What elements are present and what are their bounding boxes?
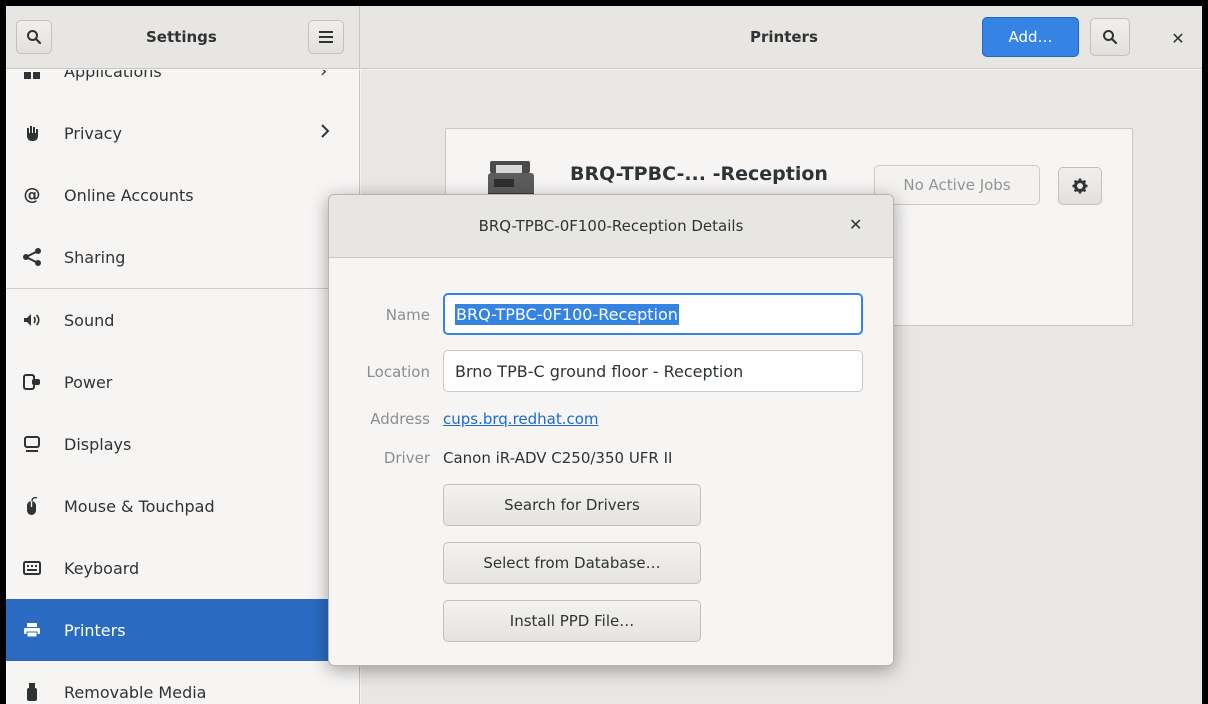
sidebar-item-sharing[interactable]: Sharing xyxy=(6,226,359,288)
no-active-jobs-button[interactable]: No Active Jobs xyxy=(874,165,1040,205)
hand-icon xyxy=(20,121,44,145)
printer-search-button[interactable] xyxy=(1090,18,1130,56)
keyboard-icon xyxy=(20,556,44,580)
chevron-right-icon xyxy=(320,123,330,144)
printer-name: BRQ-TPBC-... -Reception xyxy=(570,163,828,185)
menu-button[interactable] xyxy=(308,20,344,54)
sidebar-item-removable-media[interactable]: Removable Media xyxy=(6,661,359,704)
sidebar-item-label: Displays xyxy=(64,434,132,454)
sidebar-item-label: Sound xyxy=(64,310,115,330)
search-button[interactable] xyxy=(16,20,52,54)
header-bar: Settings Printers Add… ✕ xyxy=(6,6,1202,69)
add-printer-button[interactable]: Add… xyxy=(982,17,1079,57)
printer-driver-value: Canon iR-ADV C250/350 UFR II xyxy=(443,449,673,467)
sidebar-header: Settings xyxy=(6,6,360,69)
gear-icon xyxy=(1072,178,1088,194)
dialog-header: BRQ-TPBC-0F100-Reception Details ✕ xyxy=(329,195,893,258)
search-icon xyxy=(1103,30,1118,45)
close-icon: ✕ xyxy=(1171,28,1185,48)
dialog-title: BRQ-TPBC-0F100-Reception Details xyxy=(478,217,744,235)
applications-icon xyxy=(20,70,44,83)
printer-address-link[interactable]: cups.brq.redhat.com xyxy=(443,410,599,428)
sidebar-item-label: Power xyxy=(64,372,113,392)
sidebar-title: Settings xyxy=(146,28,217,46)
sidebar-item-applications[interactable]: Applications › xyxy=(6,70,359,102)
dialog-close-button[interactable]: ✕ xyxy=(849,215,862,234)
mouse-icon xyxy=(20,494,44,518)
sidebar-item-label: Applications xyxy=(64,70,162,81)
sidebar-item-online-accounts[interactable]: @ Online Accounts xyxy=(6,164,359,226)
sidebar-item-printers[interactable]: Printers xyxy=(6,599,359,661)
search-for-drivers-button[interactable]: Search for Drivers xyxy=(443,484,701,526)
sidebar-item-displays[interactable]: Displays xyxy=(6,413,359,475)
power-plug-icon xyxy=(20,370,44,394)
printer-location-field[interactable]: Brno TPB-C ground floor - Reception xyxy=(443,350,863,392)
at-icon: @ xyxy=(23,185,41,205)
install-ppd-file-button[interactable]: Install PPD File… xyxy=(443,600,701,642)
printer-location-value: Brno TPB-C ground floor - Reception xyxy=(455,361,744,381)
printer-name-value: BRQ-TPBC-0F100-Reception xyxy=(455,303,679,325)
printer-icon xyxy=(20,618,44,642)
location-label: Location xyxy=(366,363,430,381)
search-icon xyxy=(27,30,42,45)
settings-window: Settings Printers Add… ✕ Applications › … xyxy=(6,6,1202,704)
speaker-icon xyxy=(20,308,44,332)
hamburger-menu-icon xyxy=(319,31,333,43)
usb-drive-icon xyxy=(20,680,44,704)
sidebar-item-sound[interactable]: Sound xyxy=(6,289,359,351)
driver-label: Driver xyxy=(383,449,430,467)
sidebar-item-label: Printers xyxy=(64,620,126,640)
close-icon: ✕ xyxy=(849,215,863,234)
sidebar: Applications › Privacy @ Online Accounts… xyxy=(6,70,360,704)
select-from-database-button[interactable]: Select from Database… xyxy=(443,542,701,584)
display-icon xyxy=(20,432,44,456)
printer-details-dialog: BRQ-TPBC-0F100-Reception Details ✕ Name … xyxy=(328,194,894,666)
sidebar-item-keyboard[interactable]: Keyboard xyxy=(6,537,359,599)
share-icon xyxy=(20,245,44,269)
printer-settings-button[interactable] xyxy=(1058,167,1102,205)
sidebar-item-label: Privacy xyxy=(64,123,122,143)
sidebar-item-label: Keyboard xyxy=(64,558,140,578)
chevron-right-icon: › xyxy=(320,70,328,82)
sidebar-item-label: Mouse & Touchpad xyxy=(64,496,215,516)
sidebar-item-power[interactable]: Power xyxy=(6,351,359,413)
sidebar-item-label: Removable Media xyxy=(64,682,207,702)
name-label: Name xyxy=(385,306,430,324)
window-close-button[interactable]: ✕ xyxy=(1166,26,1190,50)
sidebar-item-mouse-touchpad[interactable]: Mouse & Touchpad xyxy=(6,475,359,537)
sidebar-item-label: Online Accounts xyxy=(64,185,194,205)
printer-name-field[interactable]: BRQ-TPBC-0F100-Reception xyxy=(443,293,863,335)
address-label: Address xyxy=(370,410,430,428)
sidebar-item-privacy[interactable]: Privacy xyxy=(6,102,359,164)
sidebar-item-label: Sharing xyxy=(64,247,126,267)
page-title: Printers xyxy=(750,28,818,46)
